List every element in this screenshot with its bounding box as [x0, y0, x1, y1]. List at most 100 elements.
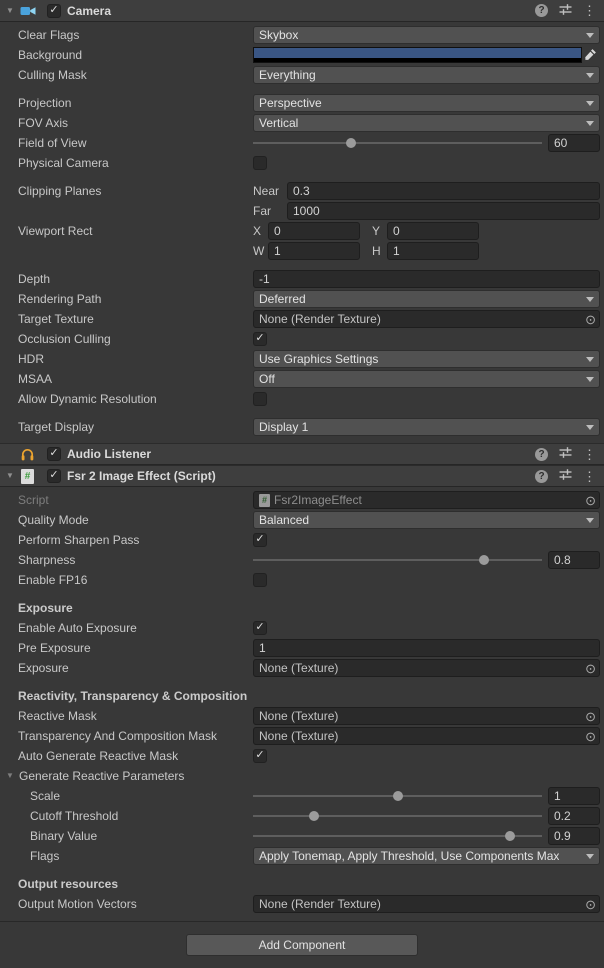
row-spacer — [0, 261, 604, 269]
quality-mode-label: Quality Mode — [18, 513, 253, 527]
target-display-dropdown[interactable]: Display 1 — [253, 418, 600, 436]
target-texture-label: Target Texture — [18, 312, 253, 326]
object-picker-icon[interactable]: ⊙ — [585, 494, 596, 507]
sharpness-field[interactable]: 0.8 — [548, 551, 600, 569]
help-icon[interactable]: ? — [535, 448, 548, 461]
component-enabled-checkbox[interactable]: ✓ — [47, 469, 61, 483]
viewport-rect-xy-1-field[interactable]: 0 — [387, 222, 479, 240]
hdr-dropdown[interactable]: Use Graphics Settings — [253, 350, 600, 368]
cutoff-threshold-field[interactable]: 0.2 — [548, 807, 600, 825]
presets-icon[interactable] — [559, 446, 572, 462]
slider-handle[interactable] — [505, 831, 515, 841]
presets-icon[interactable] — [559, 468, 572, 484]
component-header-audio-listener[interactable]: ✓Audio Listener?⋮ — [0, 443, 604, 465]
fov-axis-dropdown[interactable]: Vertical — [253, 114, 600, 132]
physical-camera-checkbox[interactable]: ✓ — [253, 156, 267, 170]
object-picker-icon[interactable]: ⊙ — [585, 898, 596, 911]
add-component-button[interactable]: Add Component — [186, 934, 418, 956]
auto-generate-reactive-mask-checkbox[interactable]: ✓ — [253, 749, 267, 763]
row-field-of-view: Field of View60 — [0, 133, 604, 153]
inspector-footer: Add Component — [0, 921, 604, 956]
generate-reactive-parameters-label[interactable]: Generate Reactive Parameters — [19, 769, 184, 783]
viewport-rect-xy-0-value: 0 — [274, 224, 281, 238]
background-label: Background — [18, 48, 253, 62]
eyedropper-icon[interactable] — [582, 47, 600, 63]
scale-slider[interactable] — [253, 787, 542, 805]
menu-icon[interactable]: ⋮ — [583, 4, 596, 17]
row-viewport-rect-wh: W1H1 — [0, 241, 604, 261]
enable-auto-exposure-control: ✓ — [253, 621, 600, 635]
slider-track — [253, 559, 542, 561]
hdr-value: Use Graphics Settings — [259, 352, 378, 366]
object-picker-icon[interactable]: ⊙ — [585, 710, 596, 723]
row-msaa: MSAAOff — [0, 369, 604, 389]
binary-value-slider[interactable] — [253, 827, 542, 845]
cutoff-threshold-slider[interactable] — [253, 807, 542, 825]
target-display-label: Target Display — [18, 420, 253, 434]
viewport-rect-wh-1-field[interactable]: 1 — [387, 242, 479, 260]
slider-handle[interactable] — [393, 791, 403, 801]
slider-handle[interactable] — [309, 811, 319, 821]
slider-handle[interactable] — [479, 555, 489, 565]
enable-auto-exposure-checkbox[interactable]: ✓ — [253, 621, 267, 635]
component-header-fsr-2-image-effect-script[interactable]: ▼#✓Fsr 2 Image Effect (Script)?⋮ — [0, 465, 604, 487]
check-icon: ✓ — [255, 750, 264, 761]
perform-sharpen-pass-checkbox[interactable]: ✓ — [253, 533, 267, 547]
object-picker-icon[interactable]: ⊙ — [585, 662, 596, 675]
output-motion-vectors-object-field[interactable]: None (Render Texture)⊙ — [253, 895, 600, 913]
clipping-planes-far-field[interactable]: 1000 — [287, 202, 600, 220]
component-enabled-checkbox[interactable]: ✓ — [47, 447, 61, 461]
slider-handle[interactable] — [346, 138, 356, 148]
color-swatch-alpha-bar — [254, 58, 581, 62]
field-of-view-slider[interactable] — [253, 134, 542, 152]
presets-icon[interactable] — [559, 3, 572, 19]
projection-dropdown[interactable]: Perspective — [253, 94, 600, 112]
target-texture-object-field[interactable]: None (Render Texture)⊙ — [253, 310, 600, 328]
component-enabled-checkbox[interactable]: ✓ — [47, 4, 61, 18]
exposure-object-field[interactable]: None (Texture)⊙ — [253, 659, 600, 677]
field-of-view-value: 60 — [554, 136, 567, 150]
flags-dropdown[interactable]: Apply Tonemap, Apply Threshold, Use Comp… — [253, 847, 600, 865]
rendering-path-dropdown[interactable]: Deferred — [253, 290, 600, 308]
depth-field[interactable]: -1 — [253, 270, 600, 288]
msaa-dropdown[interactable]: Off — [253, 370, 600, 388]
component-body-fsr-2-image-effect-script: Script#Fsr2ImageEffect⊙Quality ModeBalan… — [0, 487, 604, 920]
scale-field[interactable]: 1 — [548, 787, 600, 805]
output-resources-section-label: Output resources — [18, 877, 118, 891]
viewport-rect-wh-0-field[interactable]: 1 — [268, 242, 360, 260]
viewport-rect-xy-0-field[interactable]: 0 — [268, 222, 360, 240]
header-toolbar: ?⋮ — [535, 468, 596, 484]
culling-mask-value: Everything — [259, 68, 316, 82]
reactive-mask-object-field[interactable]: None (Texture)⊙ — [253, 707, 600, 725]
occlusion-culling-checkbox[interactable]: ✓ — [253, 332, 267, 346]
foldout-icon[interactable]: ▼ — [6, 7, 19, 15]
row-auto-generate-reactive-mask: Auto Generate Reactive Mask✓ — [0, 746, 604, 766]
quality-mode-value: Balanced — [259, 513, 309, 527]
culling-mask-dropdown[interactable]: Everything — [253, 66, 600, 84]
foldout-icon[interactable]: ▼ — [6, 772, 19, 780]
pre-exposure-field[interactable]: 1 — [253, 639, 600, 657]
field-of-view-field[interactable]: 60 — [548, 134, 600, 152]
menu-icon[interactable]: ⋮ — [583, 470, 596, 483]
enable-fp16-checkbox[interactable]: ✓ — [253, 573, 267, 587]
row-flags: FlagsApply Tonemap, Apply Threshold, Use… — [0, 846, 604, 866]
allow-dynamic-resolution-checkbox[interactable]: ✓ — [253, 392, 267, 406]
binary-value-field[interactable]: 0.9 — [548, 827, 600, 845]
chevron-down-icon — [586, 297, 594, 302]
physical-camera-control: ✓ — [253, 156, 600, 170]
help-icon[interactable]: ? — [535, 4, 548, 17]
component-header-camera[interactable]: ▼✓Camera?⋮ — [0, 0, 604, 22]
object-picker-icon[interactable]: ⊙ — [585, 313, 596, 326]
help-icon[interactable]: ? — [535, 470, 548, 483]
clipping-planes-near-field[interactable]: 0.3 — [287, 182, 600, 200]
background-color-swatch[interactable] — [253, 47, 582, 63]
clear-flags-dropdown[interactable]: Skybox — [253, 26, 600, 44]
cutoff-threshold-value: 0.2 — [554, 809, 571, 823]
object-picker-icon[interactable]: ⊙ — [585, 730, 596, 743]
menu-icon[interactable]: ⋮ — [583, 448, 596, 461]
transparency-and-composition-mask-object-field[interactable]: None (Texture)⊙ — [253, 727, 600, 745]
foldout-icon[interactable]: ▼ — [6, 472, 19, 480]
script-object-field[interactable]: #Fsr2ImageEffect⊙ — [253, 491, 600, 509]
quality-mode-dropdown[interactable]: Balanced — [253, 511, 600, 529]
sharpness-slider[interactable] — [253, 551, 542, 569]
